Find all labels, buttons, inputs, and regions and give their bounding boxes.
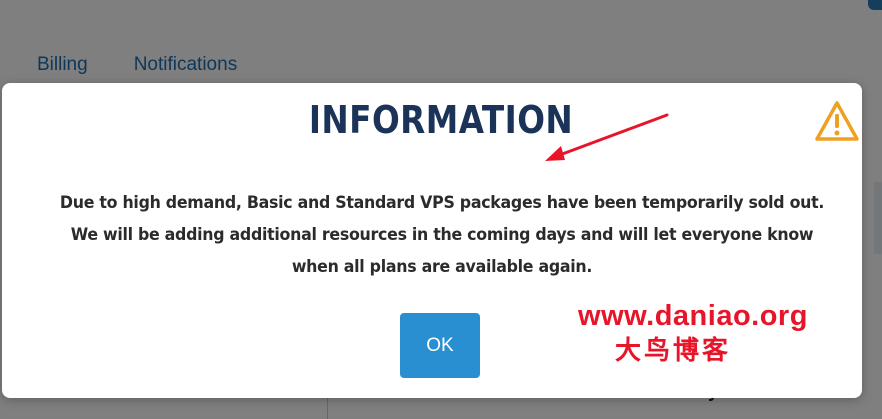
dialog-title: INFORMATION xyxy=(308,98,574,142)
warning-triangle-icon xyxy=(815,101,859,141)
dialog-message: Due to high demand, Basic and Standard V… xyxy=(59,193,825,277)
watermark: www.daniao.org 大鸟博客 xyxy=(568,298,818,368)
ok-button[interactable]: OK xyxy=(400,313,480,378)
watermark-url: www.daniao.org xyxy=(578,300,808,332)
watermark-chinese: 大鸟博客 xyxy=(614,336,731,366)
